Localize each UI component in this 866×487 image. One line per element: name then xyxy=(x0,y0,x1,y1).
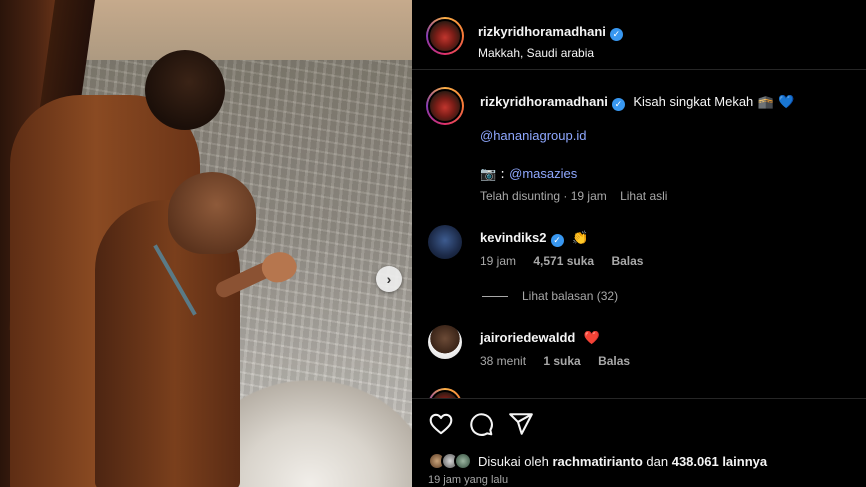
likes-mid: dan xyxy=(646,453,669,469)
comment-time: 38 menit xyxy=(480,354,527,368)
comment-kevindiks2: kevindiks2 ✓ 👏 xyxy=(480,229,588,247)
next-comment-avatar-partial xyxy=(428,388,462,398)
liker-avatars xyxy=(428,452,472,470)
comment-time: 19 jam xyxy=(480,254,517,268)
comment-jairoriedewaldd: jairoriedewaldd ❤️ xyxy=(480,329,600,347)
man-head xyxy=(145,50,225,130)
caption-emoji: 🕋 💙 xyxy=(757,95,795,110)
likes-prefix: Disukai oleh xyxy=(478,453,549,469)
liker-username[interactable]: rachmatirianto xyxy=(552,454,642,469)
post-header: rizkyridhoramadhani ✓ Makkah, Saudi arabi… xyxy=(412,0,866,70)
likes-summary: Disukai oleh rachmatirianto dan 438.061 … xyxy=(428,452,767,470)
action-bar xyxy=(412,398,866,446)
comment-username[interactable]: jairoriedewaldd xyxy=(480,330,575,345)
next-photo-button[interactable]: › xyxy=(376,266,402,292)
verified-badge-icon: ✓ xyxy=(611,98,625,111)
view-replies[interactable]: Lihat balasan (32) xyxy=(482,289,618,303)
caption-text: Kisah singkat Mekah xyxy=(633,94,754,109)
see-original-link[interactable]: Lihat asli xyxy=(620,189,667,203)
comment-icon[interactable] xyxy=(468,411,494,437)
post-timestamp: 19 jam yang lalu xyxy=(428,474,509,486)
reply-button[interactable]: Balas xyxy=(598,354,630,368)
comment-avatar[interactable] xyxy=(428,225,462,259)
likes-count[interactable]: 438.061 lainnya xyxy=(672,454,767,469)
child-head xyxy=(168,172,256,254)
avatar xyxy=(454,452,472,470)
heart-icon[interactable] xyxy=(428,411,454,437)
share-icon[interactable] xyxy=(508,411,534,437)
chevron-right-icon: › xyxy=(386,271,392,287)
replies-divider xyxy=(482,296,508,298)
comment-emoji: 👏 xyxy=(571,231,589,246)
mention-hananiagroup[interactable]: @hananiagroup.id xyxy=(480,128,586,143)
caption-avatar[interactable] xyxy=(426,87,464,125)
verified-badge-icon: ✓ xyxy=(550,234,564,247)
camera-credit: 📷 : @masazies xyxy=(480,165,577,183)
post-photo[interactable]: › xyxy=(0,0,412,487)
comment-username[interactable]: kevindiks2 xyxy=(480,230,547,245)
edited-timestamp: Telah disunting · 19 jam xyxy=(480,189,607,203)
post-location[interactable]: Makkah, Saudi arabia xyxy=(478,46,623,60)
post-details-panel: rizkyridhoramadhani ✓ Makkah, Saudi arabi… xyxy=(412,0,866,487)
camera-icon: 📷 : xyxy=(480,167,505,182)
comment-meta: 38 menit 1 suka Balas xyxy=(480,354,630,368)
comment-avatar[interactable] xyxy=(428,325,462,359)
caption: rizkyridhoramadhani ✓ Kisah singkat Mekah… xyxy=(480,93,794,111)
verified-badge-icon: ✓ xyxy=(609,28,623,41)
caption-username[interactable]: rizkyridhoramadhani xyxy=(480,94,608,109)
author-avatar[interactable] xyxy=(426,17,464,55)
reply-button[interactable]: Balas xyxy=(611,254,643,268)
mention-masazies[interactable]: @masazies xyxy=(509,166,577,181)
view-replies-label[interactable]: Lihat balasan (32) xyxy=(522,289,618,303)
comment-meta: 19 jam 4,571 suka Balas xyxy=(480,254,643,268)
heart-emoji: ❤️ xyxy=(583,331,601,346)
comment-likes[interactable]: 4,571 suka xyxy=(533,254,594,268)
author-username[interactable]: rizkyridhoramadhani xyxy=(478,24,606,39)
caption-meta: Telah disunting · 19 jam Lihat asli xyxy=(480,189,667,203)
comment-likes[interactable]: 1 suka xyxy=(543,354,580,368)
